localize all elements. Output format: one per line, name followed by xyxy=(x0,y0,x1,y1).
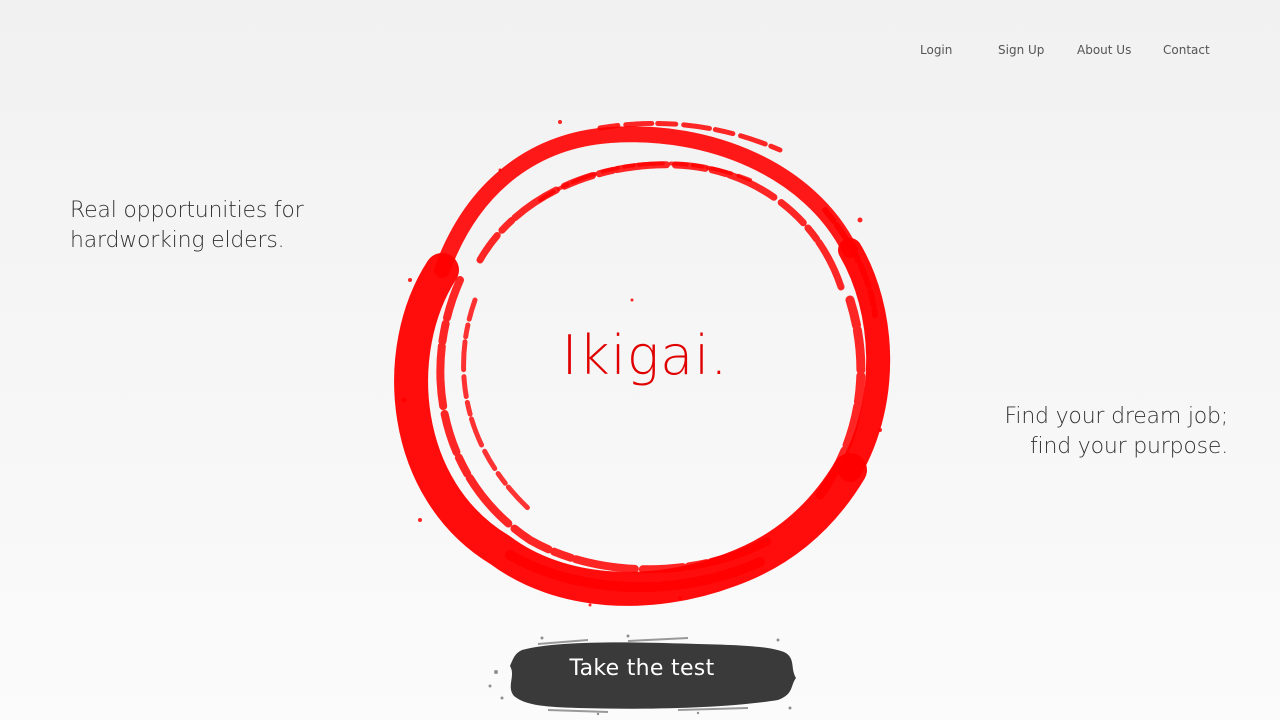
hero-tagline-left: Real opportunities for hardworking elder… xyxy=(70,196,350,256)
nav-signup-link[interactable]: Sign Up xyxy=(998,42,1044,58)
nav-about-link[interactable]: About Us xyxy=(1077,42,1131,58)
top-nav: Login Sign Up About Us Contact xyxy=(0,42,1280,60)
take-test-button[interactable]: Take the test xyxy=(478,628,798,716)
tagline-left-line-2: hardworking elders. xyxy=(70,228,285,253)
tagline-right-line-2: find your purpose. xyxy=(1030,434,1228,459)
brand-logo: Ikigai. xyxy=(561,324,729,387)
nav-login-link[interactable]: Login xyxy=(920,42,952,58)
take-test-label: Take the test xyxy=(569,656,715,681)
tagline-right-line-1: Find your dream job; xyxy=(1004,404,1229,429)
hero-tagline-right: Find your dream job; find your purpose. xyxy=(928,402,1229,462)
tagline-left-line-1: Real opportunities for xyxy=(70,198,304,223)
nav-contact-link[interactable]: Contact xyxy=(1163,42,1210,58)
